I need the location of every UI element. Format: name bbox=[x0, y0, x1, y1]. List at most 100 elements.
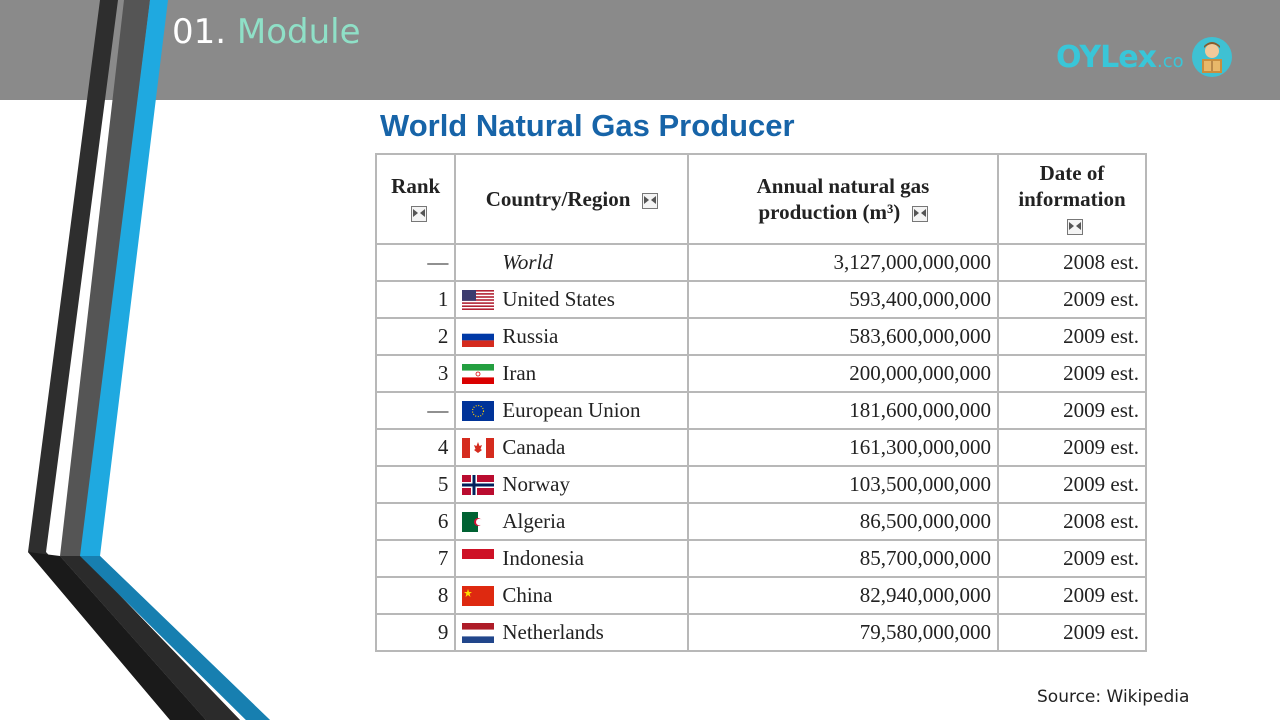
cell-date: 2009 est. bbox=[996, 317, 1148, 356]
flag-ru-icon bbox=[462, 327, 496, 349]
flag-dz-icon bbox=[462, 512, 496, 534]
cell-rank: 6 bbox=[375, 502, 457, 541]
gas-producer-table: Rank Country/Region Annual natural gas p… bbox=[375, 153, 1148, 652]
cell-rank: 9 bbox=[375, 613, 457, 652]
module-number: 01. bbox=[172, 12, 227, 52]
table-header-row: Rank Country/Region Annual natural gas p… bbox=[375, 153, 1148, 245]
cell-rank: — bbox=[375, 391, 457, 430]
logo-suffix: .co bbox=[1156, 50, 1184, 72]
table-row: 8 China 82,940,000,000 2009 est. bbox=[375, 576, 1148, 615]
cell-production: 103,500,000,000 bbox=[687, 465, 999, 504]
cell-rank: 5 bbox=[375, 465, 457, 504]
decorative-stripes bbox=[28, 0, 270, 720]
cell-production: 82,940,000,000 bbox=[687, 576, 999, 615]
column-header-label: Rank bbox=[391, 174, 441, 198]
cell-country: Canada bbox=[454, 428, 690, 467]
cell-country: European Union bbox=[454, 391, 690, 430]
country-link[interactable]: China bbox=[502, 583, 552, 607]
column-header-country[interactable]: Country/Region bbox=[454, 153, 690, 245]
country-link[interactable]: Iran bbox=[502, 361, 536, 385]
table-row: 9 Netherlands 79,580,000,000 2009 est. bbox=[375, 613, 1148, 652]
cell-country: China bbox=[454, 576, 690, 615]
flag-ir-icon bbox=[462, 364, 496, 386]
cell-country: United States bbox=[454, 280, 690, 319]
cell-country: World bbox=[454, 243, 690, 282]
brand-logo: OYLex .co bbox=[1056, 34, 1232, 80]
country-link[interactable]: Canada bbox=[502, 435, 565, 459]
cell-production: 79,580,000,000 bbox=[687, 613, 999, 652]
sort-icon[interactable] bbox=[410, 206, 427, 223]
country-label: World bbox=[502, 250, 553, 274]
cell-date: 2009 est. bbox=[996, 465, 1148, 504]
table-row: 2 Russia 583,600,000,000 2009 est. bbox=[375, 317, 1148, 356]
page-title: World Natural Gas Producer bbox=[380, 108, 795, 143]
table-row: — European Union 181,600,000,000 2009 est. bbox=[375, 391, 1148, 430]
table-row: 6 Algeria 86,500,000,000 2008 est. bbox=[375, 502, 1148, 541]
cell-date: 2009 est. bbox=[996, 391, 1148, 430]
cell-production: 161,300,000,000 bbox=[687, 428, 999, 467]
table-body: — World 3,127,000,000,000 2008 est. 1 United … bbox=[375, 243, 1148, 652]
cell-date: 2008 est. bbox=[996, 502, 1148, 541]
cell-date: 2009 est. bbox=[996, 539, 1148, 578]
cell-country: Algeria bbox=[454, 502, 690, 541]
table-row: 3 Iran 200,000,000,000 2009 est. bbox=[375, 354, 1148, 393]
flag-ca-icon bbox=[462, 438, 496, 460]
country-link[interactable]: Algeria bbox=[502, 509, 565, 533]
sort-icon[interactable] bbox=[641, 193, 658, 210]
cell-production: 181,600,000,000 bbox=[687, 391, 999, 430]
sort-icon[interactable] bbox=[911, 206, 928, 223]
cell-date: 2009 est. bbox=[996, 280, 1148, 319]
cell-rank: 7 bbox=[375, 539, 457, 578]
cell-rank: — bbox=[375, 243, 457, 282]
cell-production: 200,000,000,000 bbox=[687, 354, 999, 393]
flag-id-icon bbox=[462, 549, 496, 571]
column-header-rank[interactable]: Rank bbox=[375, 153, 457, 245]
module-heading: 01. Module bbox=[172, 12, 361, 52]
gas-producer-table-container: Rank Country/Region Annual natural gas p… bbox=[375, 153, 1148, 681]
cell-rank: 3 bbox=[375, 354, 457, 393]
country-link[interactable]: European Union bbox=[502, 398, 640, 422]
table-row: 1 United States 593,400,000,000 2009 est. bbox=[375, 280, 1148, 319]
cell-date: 2008 est. bbox=[996, 243, 1148, 282]
cell-date: 2009 est. bbox=[996, 354, 1148, 393]
table-row: 4 Canada 161,300,000,000 2009 est. bbox=[375, 428, 1148, 467]
cell-production: 86,500,000,000 bbox=[687, 502, 999, 541]
flag-eu-icon bbox=[462, 401, 496, 423]
column-header-label: Annual natural gas production (m³) bbox=[756, 174, 930, 224]
country-link[interactable]: Russia bbox=[502, 324, 558, 348]
cell-country: Norway bbox=[454, 465, 690, 504]
sort-icon[interactable] bbox=[1066, 219, 1083, 236]
cell-rank: 8 bbox=[375, 576, 457, 615]
country-link[interactable]: Netherlands bbox=[502, 620, 603, 644]
cell-production: 583,600,000,000 bbox=[687, 317, 999, 356]
cell-production: 85,700,000,000 bbox=[687, 539, 999, 578]
logo-text: OYLex bbox=[1056, 39, 1157, 75]
flag-no-icon bbox=[462, 475, 496, 497]
reader-avatar-icon bbox=[1191, 37, 1232, 77]
cell-country: Iran bbox=[454, 354, 690, 393]
country-link[interactable]: United States bbox=[502, 287, 615, 311]
cell-country: Indonesia bbox=[454, 539, 690, 578]
flag-cn-icon bbox=[462, 586, 496, 608]
source-caption: Source: Wikipedia bbox=[1037, 687, 1190, 707]
flag-nl-icon bbox=[462, 623, 496, 645]
column-header-date[interactable]: Date of information bbox=[996, 153, 1148, 245]
cell-date: 2009 est. bbox=[996, 613, 1148, 652]
cell-rank: 4 bbox=[375, 428, 457, 467]
cell-country: Russia bbox=[454, 317, 690, 356]
module-label: Module bbox=[236, 12, 361, 52]
flag-us-icon bbox=[462, 290, 496, 312]
table-row: — World 3,127,000,000,000 2008 est. bbox=[375, 243, 1148, 282]
column-header-label: Date of information bbox=[1018, 161, 1126, 211]
cell-production: 3,127,000,000,000 bbox=[687, 243, 999, 282]
table-row: 7 Indonesia 85,700,000,000 2009 est. bbox=[375, 539, 1148, 578]
cell-rank: 2 bbox=[375, 317, 457, 356]
cell-date: 2009 est. bbox=[996, 428, 1148, 467]
country-link[interactable]: Indonesia bbox=[502, 546, 584, 570]
cell-date: 2009 est. bbox=[996, 576, 1148, 615]
column-header-production[interactable]: Annual natural gas production (m³) bbox=[687, 153, 999, 245]
cell-production: 593,400,000,000 bbox=[687, 280, 999, 319]
country-link[interactable]: Norway bbox=[502, 472, 570, 496]
cell-rank: 1 bbox=[375, 280, 457, 319]
table-row: 5 Norway 103,500,000,000 2009 est. bbox=[375, 465, 1148, 504]
